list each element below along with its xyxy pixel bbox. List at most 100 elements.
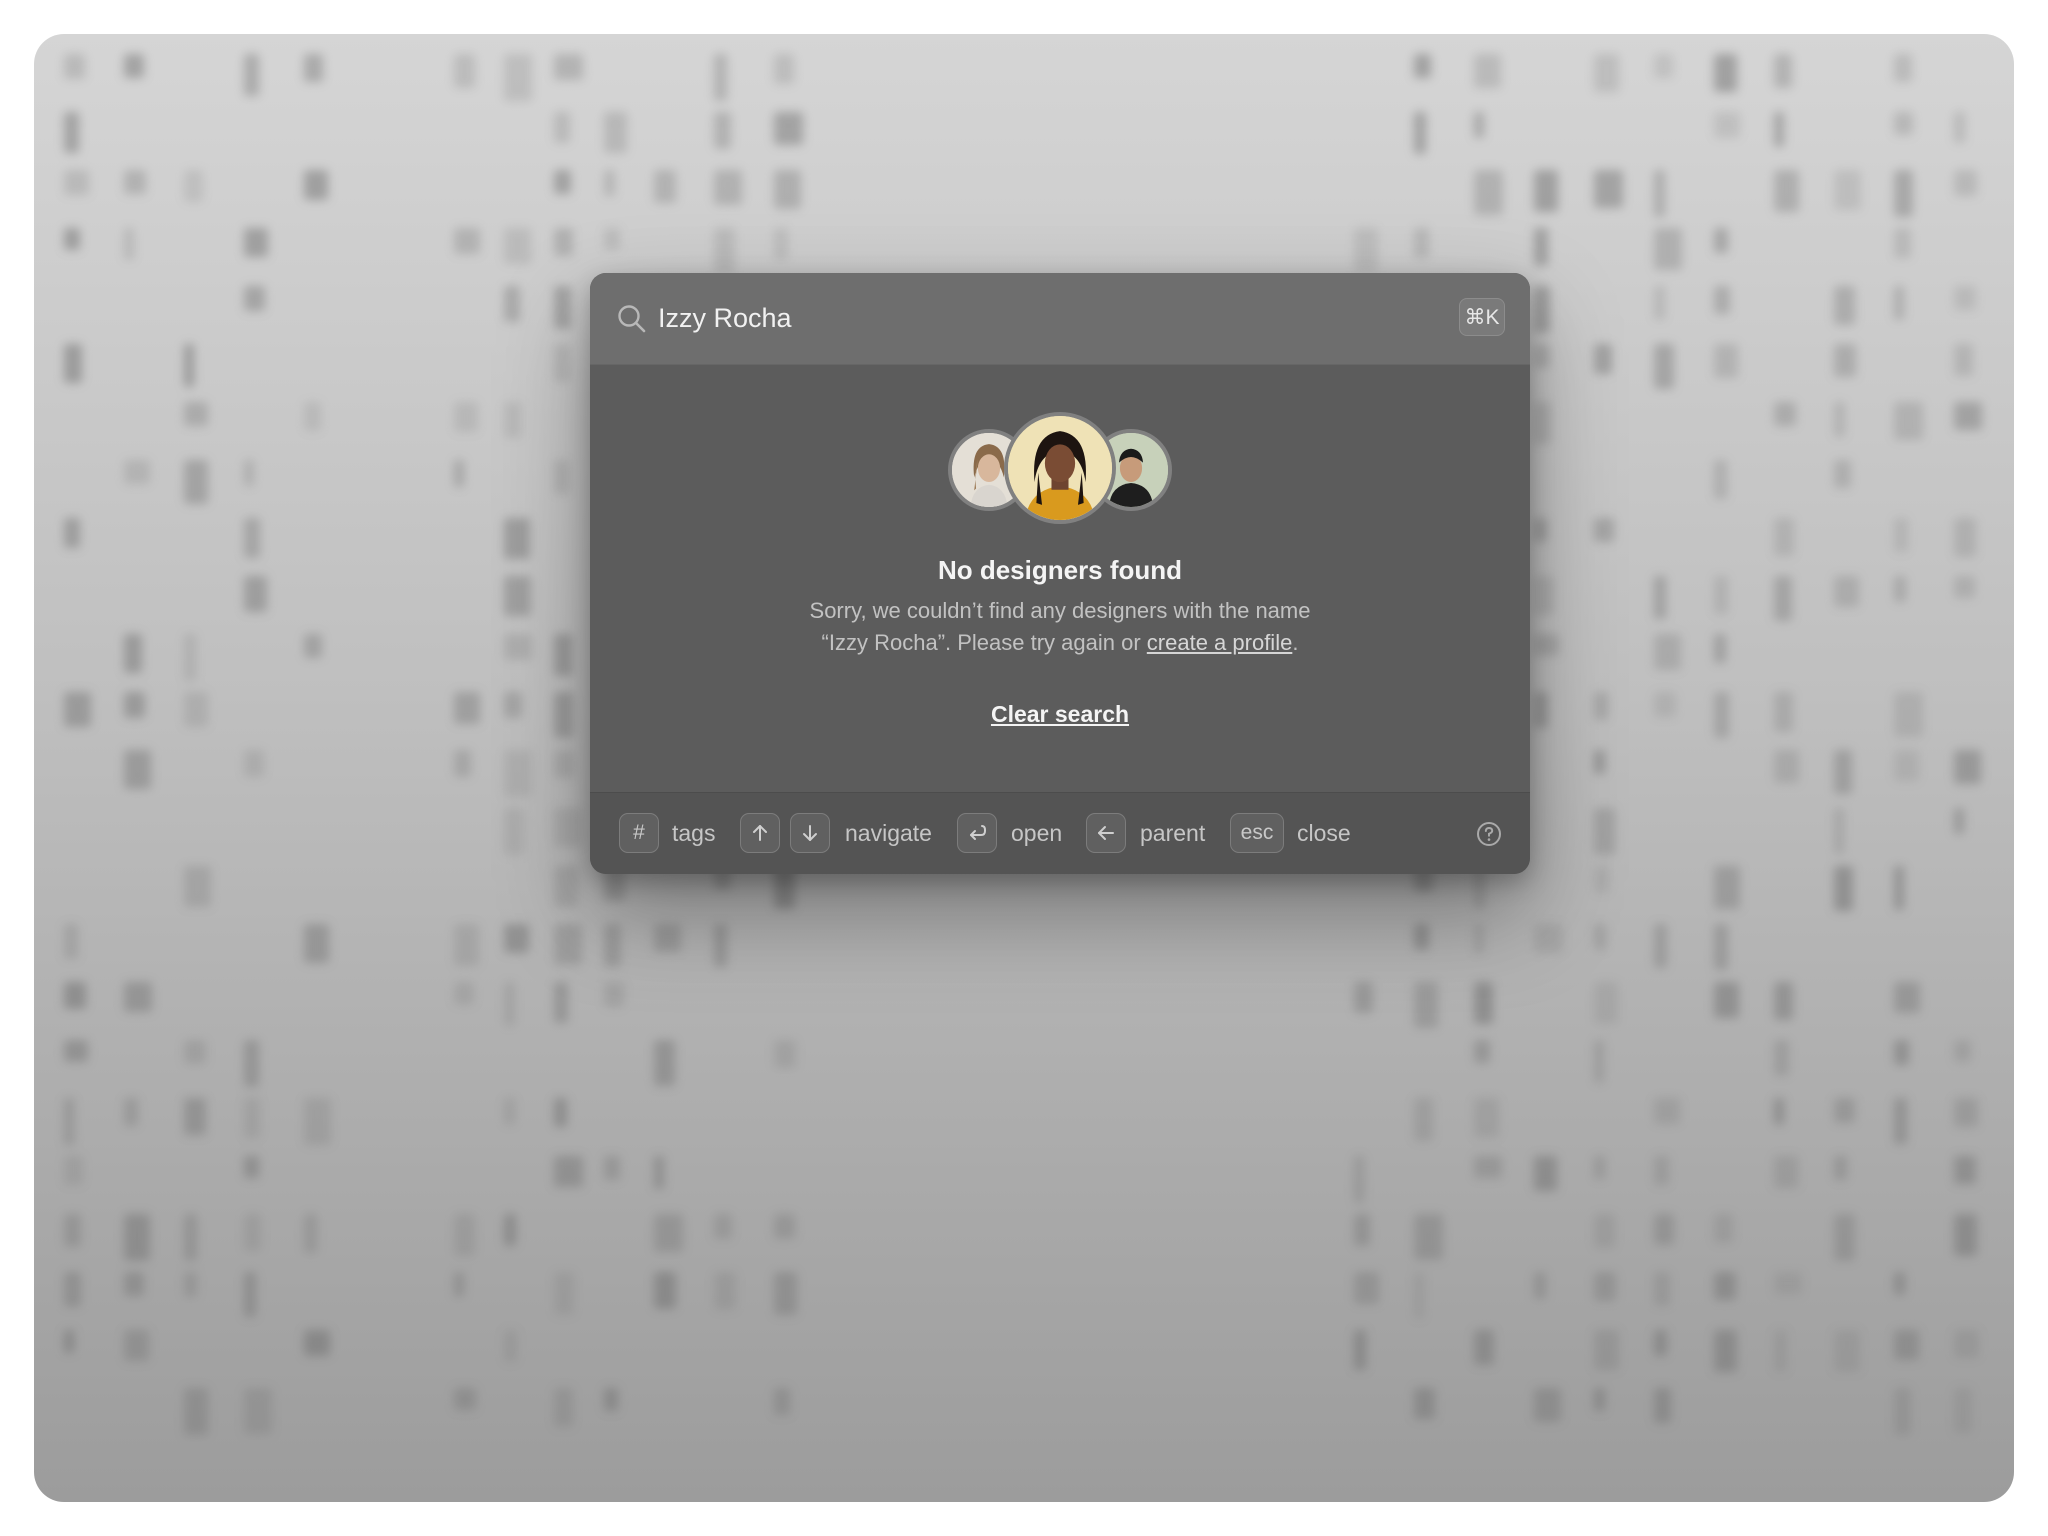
background-blur-mark bbox=[124, 170, 146, 194]
background-blur-mark bbox=[1654, 228, 1682, 270]
background-blur-mark bbox=[454, 750, 471, 777]
arrow-up-key bbox=[740, 813, 780, 853]
background-blur-mark bbox=[1894, 1388, 1911, 1435]
background-blur-mark bbox=[1474, 1098, 1499, 1137]
empty-state-line-1: Sorry, we couldn’t find any designers wi… bbox=[809, 598, 1311, 623]
background-blur-mark bbox=[1774, 750, 1799, 783]
background-blur-mark bbox=[64, 1098, 74, 1145]
background-blur-mark bbox=[1774, 54, 1792, 88]
background-blur-mark bbox=[554, 1272, 574, 1315]
background-blur-mark bbox=[1834, 808, 1844, 854]
background-blur-mark bbox=[124, 460, 150, 484]
background-blur-mark bbox=[454, 54, 475, 88]
help-circle-icon[interactable] bbox=[1476, 821, 1502, 847]
background-blur-mark bbox=[1414, 1214, 1443, 1260]
background-blur-mark bbox=[454, 1272, 464, 1297]
background-blur-mark bbox=[1474, 1330, 1494, 1365]
background-blur-mark bbox=[454, 692, 480, 724]
background-blur-mark bbox=[1534, 692, 1548, 728]
background-blur-mark bbox=[604, 228, 620, 250]
background-blur-mark bbox=[64, 54, 85, 79]
background-blur-mark bbox=[1894, 402, 1923, 440]
background-blur-mark bbox=[604, 1156, 620, 1180]
empty-state-line-2-end: . bbox=[1292, 630, 1299, 655]
background-blur-mark bbox=[1714, 634, 1726, 663]
background-blur-mark bbox=[774, 112, 803, 145]
background-blur-mark bbox=[554, 54, 583, 80]
background-blur-mark bbox=[1594, 518, 1614, 542]
background-blur-mark bbox=[1594, 54, 1619, 92]
background-blur-mark bbox=[714, 170, 742, 205]
background-blur-mark bbox=[1414, 924, 1429, 950]
avatar-group bbox=[590, 412, 1530, 524]
background-blur-mark bbox=[504, 982, 515, 1026]
background-blur-mark bbox=[124, 750, 151, 789]
background-blur-mark bbox=[1954, 1388, 1972, 1433]
background-blur-mark bbox=[774, 1388, 790, 1415]
background-blur-mark bbox=[1714, 1272, 1736, 1300]
background-blur-mark bbox=[454, 924, 479, 966]
search-input[interactable] bbox=[658, 295, 1378, 341]
background-blur-mark bbox=[64, 170, 89, 195]
background-blur-mark bbox=[714, 54, 727, 101]
background-blur-mark bbox=[1714, 692, 1729, 738]
background-blur-mark bbox=[654, 1214, 683, 1252]
background-blur-mark bbox=[1894, 112, 1913, 135]
background-blur-mark bbox=[554, 170, 571, 194]
background-blur-mark bbox=[1714, 460, 1727, 499]
background-blur-mark bbox=[304, 1098, 331, 1145]
background-blur-mark bbox=[184, 1040, 206, 1064]
background-blur-mark bbox=[1774, 402, 1796, 426]
background-blur-mark bbox=[714, 228, 735, 273]
background-blur-mark bbox=[554, 460, 569, 494]
search-bar: ⌘K bbox=[590, 273, 1530, 365]
background-blur-mark bbox=[1474, 54, 1501, 88]
background-blur-mark bbox=[1534, 1272, 1546, 1299]
background-blur-mark bbox=[1834, 750, 1852, 794]
background-blur-mark bbox=[1894, 1040, 1909, 1065]
background-blur-mark bbox=[554, 1156, 583, 1187]
background-blur-mark bbox=[1654, 692, 1676, 717]
background-blur-mark bbox=[64, 1040, 88, 1062]
background-blur-mark bbox=[1654, 1098, 1680, 1124]
create-profile-link[interactable]: create a profile bbox=[1147, 630, 1293, 655]
background-blur-mark bbox=[124, 1214, 150, 1261]
esc-key: esc bbox=[1230, 813, 1284, 853]
background-blur-mark bbox=[654, 170, 676, 203]
background-blur-mark bbox=[1654, 1156, 1669, 1185]
background-blur-mark bbox=[1954, 112, 1965, 143]
background-blur-mark bbox=[604, 112, 627, 153]
background-blur-mark bbox=[1354, 1330, 1366, 1370]
background-blur-mark bbox=[1774, 692, 1793, 732]
background-blur-mark bbox=[1474, 170, 1503, 215]
background-blur-mark bbox=[1654, 344, 1674, 389]
background-blur-mark bbox=[124, 692, 145, 718]
background-blur-mark bbox=[184, 344, 194, 387]
background-blur-mark bbox=[1774, 1156, 1798, 1188]
background-blur-mark bbox=[244, 750, 264, 777]
background-blur-mark bbox=[1534, 1388, 1561, 1422]
background-blur-mark bbox=[1714, 54, 1737, 92]
background-blur-mark bbox=[1594, 866, 1609, 893]
background-blur-mark bbox=[1774, 1040, 1789, 1076]
clear-search-link[interactable]: Clear search bbox=[590, 701, 1530, 728]
background-blur-mark bbox=[604, 982, 624, 1007]
background-blur-mark bbox=[1654, 924, 1667, 968]
background-blur-mark bbox=[304, 402, 321, 431]
background-blur-mark bbox=[1954, 344, 1973, 376]
background-blur-mark bbox=[1834, 170, 1861, 210]
background-blur-mark bbox=[454, 982, 474, 1005]
background-blur-mark bbox=[1954, 750, 1981, 784]
background-blur-mark bbox=[1534, 402, 1551, 444]
background-blur-mark bbox=[1594, 344, 1612, 374]
background-blur-mark bbox=[64, 1214, 81, 1247]
background-blur-mark bbox=[1534, 170, 1558, 212]
background-blur-mark bbox=[184, 866, 211, 907]
background-blur-mark bbox=[1474, 1156, 1502, 1178]
background-blur-mark bbox=[244, 518, 260, 558]
navigate-hint-label: navigate bbox=[845, 820, 932, 846]
background-blur-mark bbox=[124, 54, 144, 78]
background-blur-mark bbox=[1774, 1330, 1787, 1372]
background-blur-mark bbox=[1474, 1040, 1490, 1063]
background-blur-mark bbox=[1534, 924, 1563, 953]
